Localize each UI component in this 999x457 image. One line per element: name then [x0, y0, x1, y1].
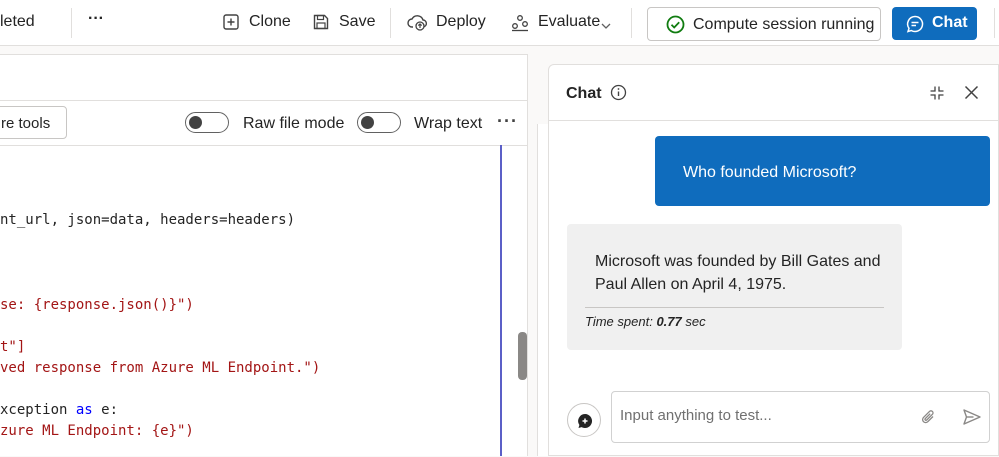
chat-input[interactable]	[620, 402, 910, 428]
more-tools-button[interactable]: re tools	[0, 106, 67, 139]
evaluate-dropdown[interactable]: Evaluate	[538, 13, 600, 31]
clone-icon	[221, 12, 241, 37]
assistant-message-bubble: Microsoft was founded by Bill Gates and …	[567, 224, 902, 350]
save-icon	[311, 12, 331, 37]
code-line: nt_url, json=data, headers=headers)	[0, 212, 296, 228]
close-icon[interactable]	[964, 85, 979, 105]
toggle-knob	[361, 116, 374, 129]
chat-bubble-icon	[905, 14, 925, 39]
wrap-text-label: Wrap text	[414, 115, 483, 132]
editor-toolbar: re tools Raw file mode Wrap text ···	[0, 100, 528, 146]
chat-panel: Chat Who founded Microsoft? Microsoft wa…	[548, 64, 999, 456]
assistant-message-text: Microsoft was founded by Bill Gates and …	[595, 253, 881, 293]
code-line: se: {response.json()}")	[0, 297, 194, 313]
chevron-down-icon	[601, 17, 611, 35]
wrap-text-toggle[interactable]	[357, 112, 401, 133]
send-icon[interactable]	[962, 408, 982, 431]
attach-icon[interactable]	[920, 408, 938, 431]
deploy-button[interactable]: Deploy	[436, 13, 486, 31]
chat-toggle-button[interactable]: Chat	[892, 7, 977, 40]
new-chat-button[interactable]	[567, 403, 601, 437]
compute-session-label: Compute session running	[693, 16, 875, 33]
code-area[interactable]: nt_url, json=data, headers=headers) se: …	[0, 147, 500, 457]
command-bar: leted ··· Clone Save Deploy Evaluate Com…	[0, 0, 999, 46]
code-line: zure ML Endpoint: {e}")	[0, 423, 194, 439]
divider	[631, 8, 632, 38]
more-options-button[interactable]: ···	[88, 10, 104, 28]
code-line: xception as e:	[0, 402, 119, 418]
editor-more-options-button[interactable]: ···	[497, 111, 518, 132]
time-spent: Time spent: 0.77 sec	[585, 314, 706, 329]
divider	[585, 307, 884, 308]
collapse-icon[interactable]	[929, 85, 945, 106]
divider	[71, 8, 72, 38]
evaluate-icon	[510, 12, 530, 37]
divider	[994, 8, 995, 38]
user-message-bubble: Who founded Microsoft?	[655, 136, 990, 206]
clone-button[interactable]: Clone	[249, 13, 291, 31]
divider	[390, 8, 391, 38]
code-line: t"]	[0, 339, 26, 355]
raw-file-mode-label: Raw file mode	[243, 115, 345, 132]
more-tools-label: re tools	[1, 115, 51, 132]
code-line: ved response from Azure ML Endpoint.")	[0, 360, 321, 376]
raw-file-mode-toggle[interactable]	[185, 112, 229, 133]
deploy-cloud-icon	[407, 12, 429, 37]
toggle-knob	[189, 116, 202, 129]
user-message-text: Who founded Microsoft?	[683, 164, 857, 181]
chat-button-label: Chat	[932, 14, 968, 31]
cursor-column-indicator	[500, 145, 502, 456]
status-text: leted	[0, 13, 35, 30]
chat-input-box	[611, 391, 990, 443]
info-icon[interactable]	[610, 84, 627, 106]
chat-header: Chat	[549, 65, 999, 121]
checkmark-circle-icon	[666, 15, 685, 39]
save-button[interactable]: Save	[339, 13, 375, 31]
code-editor-panel: re tools Raw file mode Wrap text ··· nt_…	[0, 54, 528, 456]
chat-title: Chat	[566, 85, 602, 102]
compute-session-status-button[interactable]: Compute session running	[647, 7, 881, 41]
editor-scrollbar-thumb[interactable]	[518, 332, 527, 380]
